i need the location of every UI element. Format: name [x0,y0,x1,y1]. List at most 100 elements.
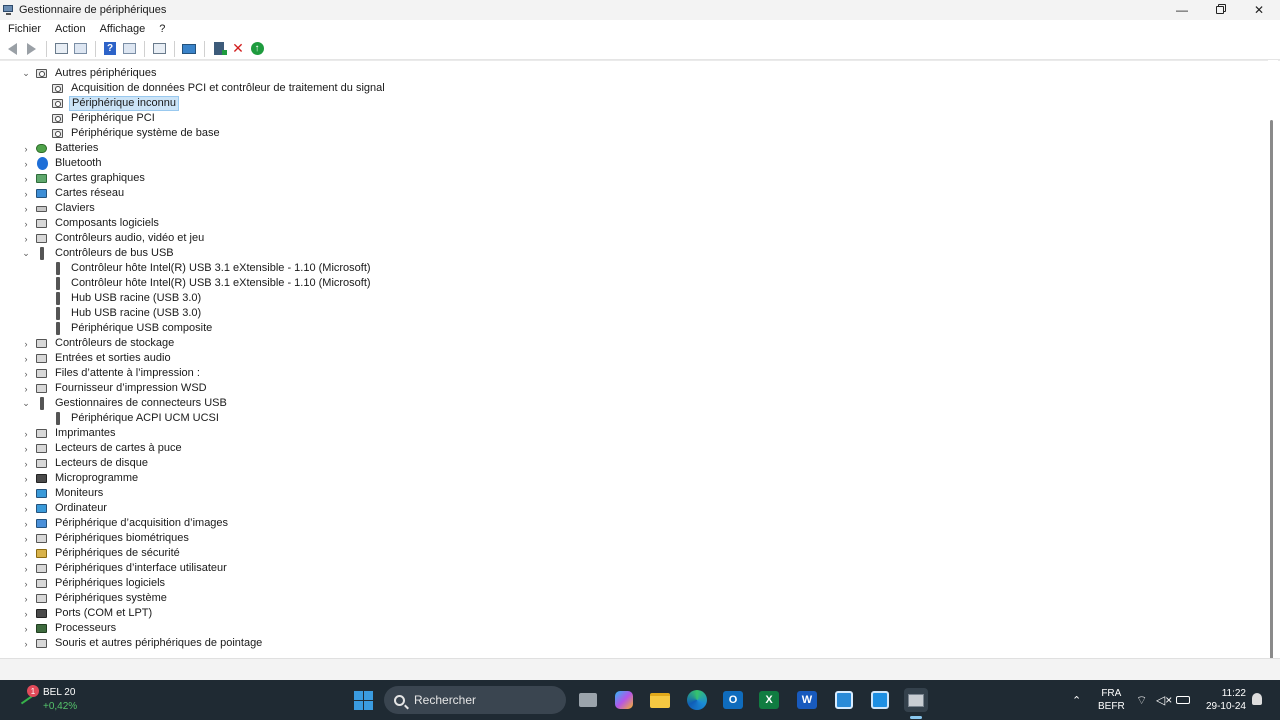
edge-icon[interactable] [685,688,709,712]
tree-device[interactable]: Hub USB racine (USB 3.0) [51,291,203,306]
update-driver-icon[interactable] [211,41,227,57]
expand-chevron-icon[interactable]: › [21,171,31,186]
expand-chevron-icon[interactable]: › [21,141,31,156]
expand-chevron-icon[interactable]: › [21,201,31,216]
tree-category[interactable]: › Contrôleurs audio, vidéo et jeu [25,231,206,246]
expand-chevron-icon[interactable]: › [21,336,31,351]
back-icon[interactable] [4,41,20,57]
expand-chevron-icon[interactable]: › [21,186,31,201]
tree-category[interactable]: › Lecteurs de cartes à puce [25,441,184,456]
tree-device[interactable]: Périphérique USB composite [51,321,214,336]
word-icon[interactable]: W [795,688,819,712]
tree-category[interactable]: › Microprogramme [25,471,140,486]
tree-category[interactable]: › Ports (COM et LPT) [25,606,154,621]
expand-chevron-icon[interactable]: › [21,561,31,576]
copilot-icon[interactable] [612,688,636,712]
uninstall-icon[interactable]: ✕ [230,40,246,57]
tree-device[interactable]: Contrôleur hôte Intel(R) USB 3.1 eXtensi… [51,276,373,291]
wifi-icon[interactable]: ⌔ [1136,680,1147,720]
menu-fichier[interactable]: Fichier [8,23,41,35]
tree-category[interactable]: › Files d’attente à l’impression : [25,366,202,381]
view-icon[interactable] [121,41,137,57]
tree-category[interactable]: › Souris et autres périphériques de point… [25,636,264,651]
collapse-chevron-icon[interactable]: ⌄ [21,66,31,81]
collapse-chevron-icon[interactable]: ⌄ [21,396,31,411]
expand-chevron-icon[interactable]: › [21,486,31,501]
language-indicator[interactable]: FRA BEFR [1098,687,1125,713]
expand-chevron-icon[interactable]: › [21,591,31,606]
menu-action[interactable]: Action [55,23,86,35]
tree-category[interactable]: › Moniteurs [25,486,105,501]
maximize-button[interactable] [1200,0,1240,20]
expand-chevron-icon[interactable]: › [21,501,31,516]
outlook-icon[interactable]: O [721,688,745,712]
expand-chevron-icon[interactable]: › [21,621,31,636]
tree-category[interactable]: › Fournisseur d’impression WSD [25,381,209,396]
tree-category[interactable]: ⌄ Gestionnaires de connecteurs USB [22,396,229,411]
tree-device[interactable]: Hub USB racine (USB 3.0) [51,306,203,321]
collapse-chevron-icon[interactable]: ⌄ [21,246,31,261]
expand-chevron-icon[interactable]: › [21,351,31,366]
tree-category[interactable]: › Imprimantes [25,426,118,441]
tree-category[interactable]: › Composants logiciels [25,216,161,231]
expand-chevron-icon[interactable]: › [21,546,31,561]
tree-device[interactable]: Périphérique ACPI UCM UCSI [51,411,221,426]
clock[interactable]: 11:22 29-10-24 [1198,687,1246,713]
show-hidden-icons-button[interactable]: ⌃ [1072,680,1081,720]
device-manager-icon[interactable] [904,688,928,712]
expand-chevron-icon[interactable]: › [21,606,31,621]
tree-category[interactable]: › Bluetooth [25,156,103,171]
excel-icon[interactable]: X [757,688,781,712]
monitor-icon[interactable] [181,41,197,57]
expand-chevron-icon[interactable]: › [21,231,31,246]
expand-chevron-icon[interactable]: › [21,516,31,531]
tree-category[interactable]: ⌄ Contrôleurs de bus USB [22,246,176,261]
tree-category[interactable]: ⌄ Autres périphériques [22,66,159,81]
expand-chevron-icon[interactable]: › [21,531,31,546]
start-button[interactable] [351,688,375,712]
tree-device[interactable]: Acquisition de données PCI et contrôleur… [51,81,387,96]
expand-chevron-icon[interactable]: › [21,381,31,396]
tree-category[interactable]: › Périphériques système [25,591,169,606]
tree-category[interactable]: › Cartes graphiques [25,171,147,186]
tree-category[interactable]: › Périphériques de sécurité [25,546,182,561]
expand-chevron-icon[interactable]: › [21,471,31,486]
forward-icon[interactable] [23,41,39,57]
tree-device[interactable]: Périphérique système de base [51,126,222,141]
weather-widget[interactable]: 1 BEL 20 +0,42% [18,684,88,716]
tree-category[interactable]: › Processeurs [25,621,118,636]
enable-icon[interactable]: ↑ [249,41,265,57]
expand-chevron-icon[interactable]: › [21,216,31,231]
minimize-button[interactable]: — [1162,0,1202,20]
expand-chevron-icon[interactable]: › [21,441,31,456]
tree-category[interactable]: › Claviers [25,201,97,216]
expand-chevron-icon[interactable]: › [21,456,31,471]
taskbar-search[interactable]: Rechercher [384,686,566,714]
expand-chevron-icon[interactable]: › [21,576,31,591]
menu-help[interactable]: ? [159,23,165,35]
folder-icon[interactable] [648,688,672,712]
expand-chevron-icon[interactable]: › [21,366,31,381]
calculator-icon[interactable] [832,688,856,712]
help-icon[interactable]: ? [102,41,118,57]
vertical-scrollbar[interactable] [1268,60,1278,680]
tree-category[interactable]: › Contrôleurs de stockage [25,336,176,351]
tree-device[interactable]: Périphérique inconnu [51,96,179,111]
tree-category[interactable]: › Batteries [25,141,100,156]
menu-affichage[interactable]: Affichage [100,23,146,35]
expand-chevron-icon[interactable]: › [21,156,31,171]
tree-device[interactable]: Périphérique PCI [51,111,157,126]
tree-category[interactable]: › Périphériques biométriques [25,531,191,546]
battery-icon[interactable] [1176,680,1190,720]
volume-muted-icon[interactable]: ◁× [1156,680,1172,720]
tree-category[interactable]: › Cartes réseau [25,186,126,201]
tree-category[interactable]: › Ordinateur [25,501,109,516]
expand-chevron-icon[interactable]: › [21,426,31,441]
scan-hardware-icon[interactable] [151,41,167,57]
scrollbar-thumb[interactable] [1270,120,1273,680]
expand-chevron-icon[interactable]: › [21,636,31,651]
tree-category[interactable]: › Lecteurs de disque [25,456,150,471]
tree-category[interactable]: › Périphériques logiciels [25,576,167,591]
tree-category[interactable]: › Périphérique d’acquisition d’images [25,516,230,531]
tree-category[interactable]: › Périphériques d’interface utilisateur [25,561,229,576]
